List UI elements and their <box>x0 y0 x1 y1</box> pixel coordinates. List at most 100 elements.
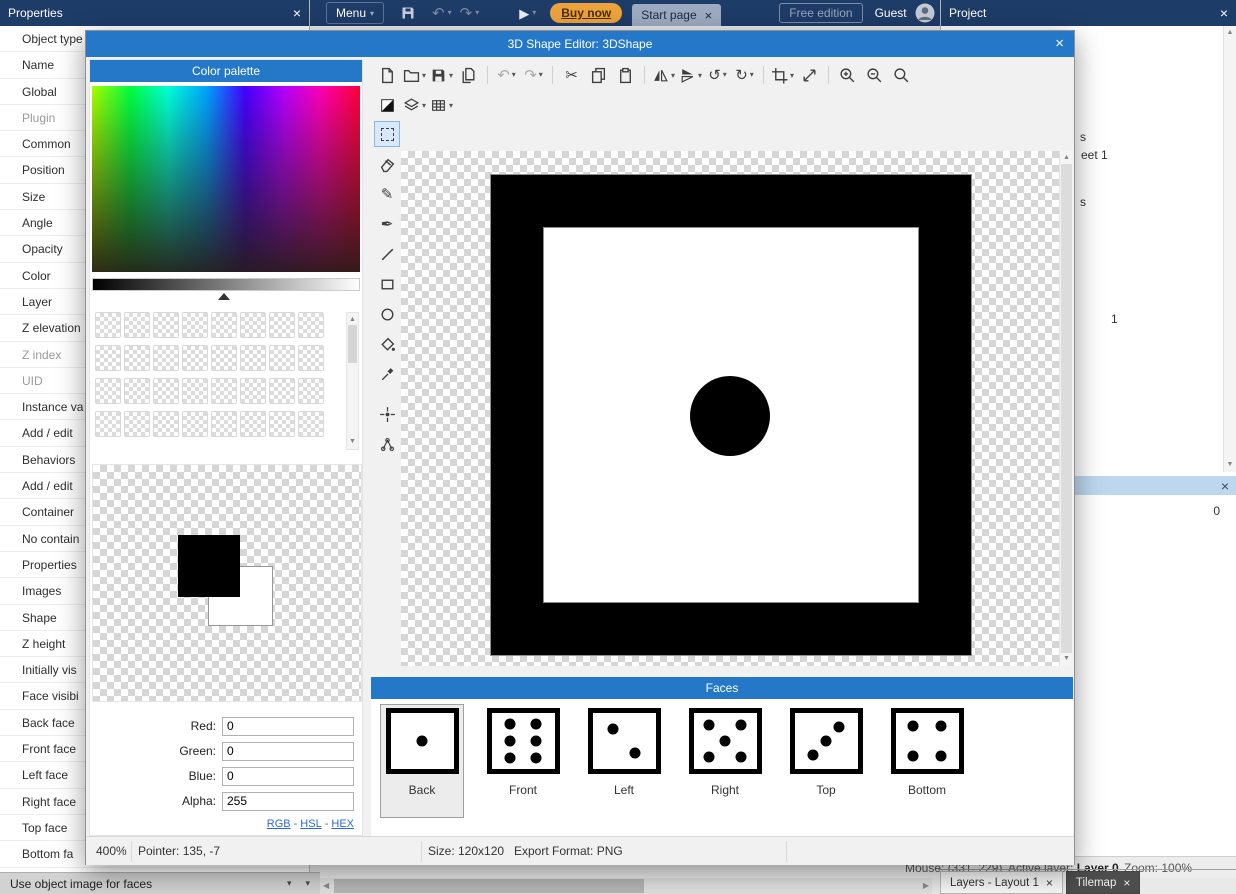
color-swatch[interactable] <box>153 345 179 371</box>
color-gradient-picker[interactable] <box>92 86 360 272</box>
color-swatch[interactable] <box>182 411 208 437</box>
color-swatch[interactable] <box>298 411 324 437</box>
color-swatch[interactable] <box>182 345 208 371</box>
tree-item[interactable]: 1 <box>1111 312 1118 326</box>
rgb-link[interactable]: RGB <box>267 818 291 830</box>
rotate-ccw-icon[interactable] <box>706 63 730 87</box>
save-icon[interactable] <box>430 63 454 87</box>
scroll-up-icon[interactable] <box>1060 153 1073 163</box>
alpha-input[interactable] <box>222 792 354 811</box>
tree-item[interactable]: s <box>1080 195 1086 209</box>
scroll-left-icon[interactable] <box>323 878 329 894</box>
eraser-tool[interactable] <box>375 152 399 176</box>
red-input[interactable] <box>222 717 354 736</box>
color-swatch[interactable] <box>211 345 237 371</box>
close-icon[interactable] <box>1220 6 1228 20</box>
color-swatch[interactable] <box>211 411 237 437</box>
tab-start-page[interactable]: Start page <box>632 4 721 26</box>
foreground-color-well[interactable] <box>178 535 240 597</box>
open-folder-icon[interactable] <box>403 63 427 87</box>
origin-tool[interactable] <box>375 402 399 426</box>
scrollbar[interactable] <box>1223 26 1236 472</box>
paste-icon[interactable] <box>614 63 638 87</box>
swatch-scrollbar[interactable] <box>346 312 359 450</box>
close-icon[interactable] <box>705 9 713 22</box>
save-copy-icon[interactable] <box>457 63 481 87</box>
face-item-top[interactable]: Top <box>785 705 867 817</box>
brush-tool[interactable] <box>375 212 399 236</box>
flip-vertical-icon[interactable] <box>679 63 703 87</box>
close-icon[interactable] <box>1123 877 1130 889</box>
background-color-icon[interactable] <box>376 93 400 117</box>
color-swatch[interactable] <box>124 312 150 338</box>
color-swatch[interactable] <box>95 312 121 338</box>
scroll-down-icon[interactable] <box>347 437 358 447</box>
color-swatch[interactable] <box>211 378 237 404</box>
face-item-right[interactable]: Right <box>684 705 766 817</box>
chevron-down-icon[interactable] <box>305 878 310 889</box>
scroll-up-icon[interactable] <box>347 315 358 325</box>
rectangle-tool[interactable] <box>375 272 399 296</box>
color-swatch[interactable] <box>269 411 295 437</box>
color-swatch[interactable] <box>269 378 295 404</box>
scroll-down-icon[interactable] <box>1224 460 1236 470</box>
color-swatch[interactable] <box>298 378 324 404</box>
resize-icon[interactable] <box>798 63 822 87</box>
copy-icon[interactable] <box>587 63 611 87</box>
redo-icon[interactable] <box>522 63 546 87</box>
color-swatch[interactable] <box>124 378 150 404</box>
pencil-tool[interactable] <box>375 182 399 206</box>
color-swatch[interactable] <box>153 411 179 437</box>
zoom-reset-icon[interactable] <box>890 63 914 87</box>
color-swatch[interactable] <box>298 312 324 338</box>
face-item-bottom[interactable]: Bottom <box>886 705 968 817</box>
save-icon[interactable] <box>400 5 416 21</box>
color-swatch[interactable] <box>298 345 324 371</box>
buy-now-button[interactable]: Buy now <box>550 3 622 23</box>
color-swatch[interactable] <box>153 378 179 404</box>
menu-button[interactable]: Menu <box>326 2 384 24</box>
chevron-down-icon[interactable] <box>287 878 292 889</box>
image-points-tool[interactable] <box>375 432 399 456</box>
color-swatch[interactable] <box>182 378 208 404</box>
scroll-up-icon[interactable] <box>1224 28 1236 38</box>
zoom-out-icon[interactable] <box>863 63 887 87</box>
close-icon[interactable] <box>1046 877 1053 889</box>
face-item-front[interactable]: Front <box>482 705 564 817</box>
color-swatch[interactable] <box>124 411 150 437</box>
redo-icon[interactable] <box>460 6 480 21</box>
die-face-image[interactable] <box>491 175 971 655</box>
flip-horizontal-icon[interactable] <box>652 63 676 87</box>
color-swatch[interactable] <box>95 345 121 371</box>
scrollbar-thumb[interactable] <box>1061 164 1072 653</box>
color-swatch[interactable] <box>95 378 121 404</box>
blue-input[interactable] <box>222 767 354 786</box>
image-canvas[interactable] <box>401 151 1059 666</box>
crop-icon[interactable] <box>771 63 795 87</box>
color-swatch[interactable] <box>182 312 208 338</box>
undo-icon[interactable] <box>495 63 519 87</box>
grid-icon[interactable] <box>430 93 454 117</box>
tab-layers-layout[interactable]: Layers - Layout 1 <box>940 871 1063 894</box>
face-item-back[interactable]: Back <box>381 705 463 817</box>
play-icon[interactable] <box>519 7 536 20</box>
color-swatch[interactable] <box>269 345 295 371</box>
close-icon[interactable] <box>293 6 301 20</box>
green-input[interactable] <box>222 742 354 761</box>
marquee-select-tool[interactable] <box>375 122 399 146</box>
ellipse-tool[interactable] <box>375 302 399 326</box>
hex-link[interactable]: HEX <box>331 818 354 830</box>
color-swatch[interactable] <box>124 345 150 371</box>
color-swatch[interactable] <box>95 411 121 437</box>
color-swatch[interactable] <box>240 345 266 371</box>
layers-icon[interactable] <box>403 93 427 117</box>
hsl-link[interactable]: HSL <box>300 818 321 830</box>
tree-item[interactable]: eet 1 <box>1081 148 1108 162</box>
color-swatch[interactable] <box>240 378 266 404</box>
scroll-right-icon[interactable] <box>923 878 929 894</box>
tab-tilemap[interactable]: Tilemap <box>1066 871 1141 894</box>
canvas-scrollbar[interactable] <box>1059 151 1073 666</box>
color-swatch[interactable] <box>240 312 266 338</box>
fill-tool[interactable] <box>375 332 399 356</box>
slider-marker-icon[interactable] <box>218 293 230 300</box>
